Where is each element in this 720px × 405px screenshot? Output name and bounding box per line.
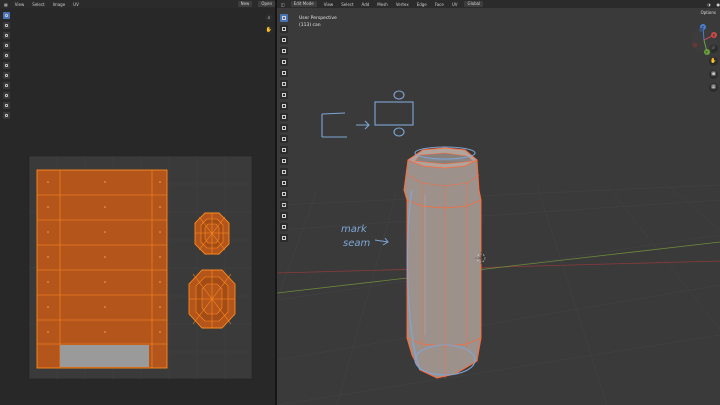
uv-island-body[interactable] bbox=[36, 169, 168, 369]
3d-viewport[interactable]: ◫ Edit Mode View Select Add Mesh Vertex … bbox=[277, 0, 720, 405]
floor-grid bbox=[277, 184, 720, 405]
y-axis-line bbox=[277, 241, 720, 294]
x-axis-line bbox=[277, 260, 720, 274]
annotation-sketch bbox=[321, 90, 414, 138]
annotation-seam: seam bbox=[343, 238, 370, 249]
annotation-mark: mark bbox=[341, 224, 368, 235]
uv-island-top[interactable] bbox=[194, 212, 230, 255]
uv-editor: ▦ View Select Image UV New Open ⌕ ✋ bbox=[0, 0, 275, 405]
annotation-arrow bbox=[374, 237, 389, 246]
uv-canvas[interactable] bbox=[0, 0, 275, 405]
uv-island-bottom[interactable] bbox=[188, 269, 236, 329]
can-mesh[interactable] bbox=[403, 146, 482, 379]
viewport-canvas[interactable]: mark seam X Y Z bbox=[277, 0, 720, 405]
navigation-gizmo[interactable]: X Y Z bbox=[691, 24, 717, 55]
uv-unselected-strip bbox=[60, 345, 149, 367]
